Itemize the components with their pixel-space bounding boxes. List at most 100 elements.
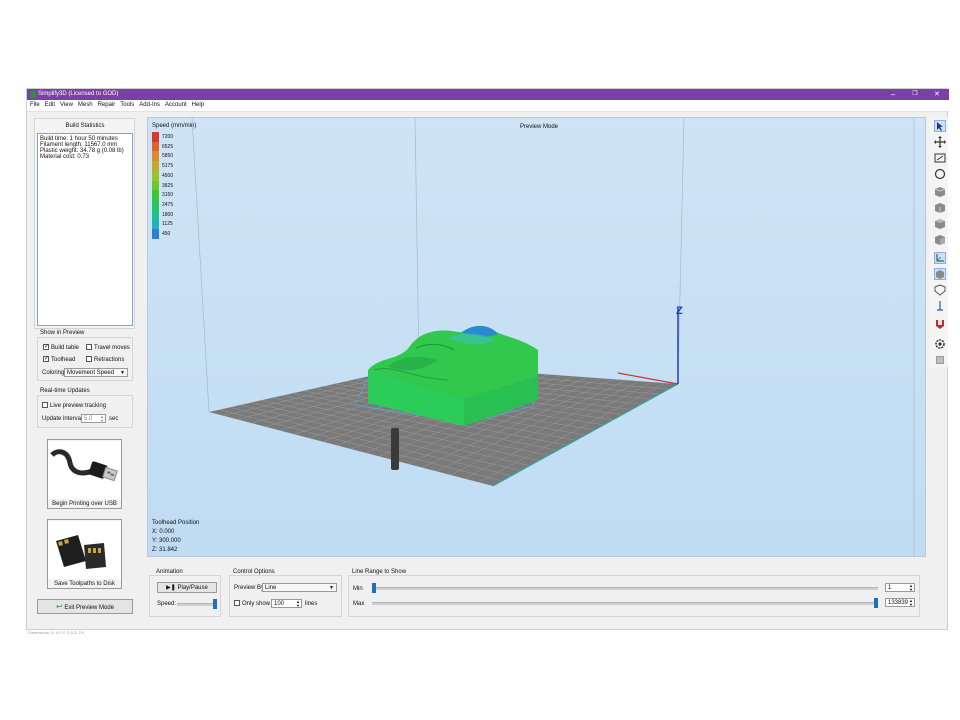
- menu-file[interactable]: File: [30, 100, 40, 111]
- build-table-checkbox[interactable]: ✓: [43, 344, 49, 350]
- coloring-value: Movement Speed: [67, 370, 115, 376]
- only-show-input[interactable]: 100 ▲ ▼: [271, 599, 302, 608]
- speed-slider-thumb[interactable]: [213, 599, 217, 609]
- only-show-checkbox[interactable]: [234, 600, 240, 606]
- realtime-updates-title: Real-time Updates: [40, 388, 90, 394]
- toolhead-position-title: Toolhead Position: [152, 520, 200, 526]
- spinner-arrows-icon: ▲ ▼: [100, 414, 104, 423]
- exit-preview-label: Exit Preview Mode: [64, 605, 115, 611]
- only-show-value: 100: [274, 601, 285, 607]
- usb-button-label: Begin Printing over USB: [52, 501, 117, 507]
- build-volume-icon[interactable]: [934, 268, 946, 280]
- restore-button[interactable]: ❐: [907, 90, 923, 99]
- sd-button-label: Save Toolpaths to Disk: [54, 581, 115, 587]
- travel-moves-label: Travel moves: [94, 345, 130, 351]
- speed-label: Speed:: [157, 601, 177, 607]
- update-interval-value: 5.0: [84, 416, 93, 422]
- build-statistics-title: Build Statistics: [65, 123, 105, 129]
- support-tool-icon[interactable]: [934, 300, 946, 312]
- animation-title: Animation: [156, 569, 183, 575]
- retractions-checkbox[interactable]: [86, 356, 92, 362]
- live-preview-label: Live preview tracking: [50, 403, 107, 409]
- sd-card-icon: [48, 521, 121, 579]
- coloring-label: Coloring: [42, 370, 65, 376]
- toolhead-x: X: 0.000: [152, 529, 175, 535]
- view-side-icon[interactable]: [934, 234, 946, 246]
- chevron-down-icon: ▼: [329, 585, 334, 591]
- window-title: Simplify3D (Licensed to GOD): [38, 91, 119, 97]
- show-in-preview-title: Show in Preview: [40, 330, 85, 336]
- view-front-icon[interactable]: [934, 202, 946, 214]
- stat-material-cost: Material cost: 0.73: [40, 154, 90, 160]
- play-pause-label: Play/Pause: [177, 585, 208, 591]
- min-slider-track[interactable]: [372, 587, 878, 590]
- menu-account[interactable]: Account: [165, 100, 187, 111]
- coloring-select[interactable]: Movement Speed ▼: [64, 368, 128, 377]
- exit-preview-button[interactable]: ↩ Exit Preview Mode: [37, 599, 133, 614]
- menu-add-ins[interactable]: Add-Ins: [139, 100, 160, 111]
- line-range-title: Line Range to Show: [352, 569, 407, 575]
- min-slider-thumb[interactable]: [372, 583, 376, 593]
- repair-tool-icon[interactable]: [934, 318, 946, 330]
- toolhead-z: Z: 31.842: [152, 547, 178, 553]
- z-axis-label: Z: [676, 305, 683, 317]
- move-tool-icon[interactable]: [934, 136, 946, 148]
- preview-viewport[interactable]: Speed (mm/min) 7200 6525 5850 5175 4500 3825 3…: [147, 117, 926, 557]
- build-table-label: Build table: [51, 345, 80, 351]
- min-value-input[interactable]: 1 ▲ ▼: [885, 583, 915, 592]
- spinner-arrows-icon: ▲ ▼: [909, 583, 913, 592]
- live-preview-checkbox[interactable]: [42, 402, 48, 408]
- max-label: Max: [353, 601, 365, 607]
- max-value: 133839: [888, 600, 909, 606]
- shield-icon[interactable]: [934, 284, 946, 296]
- preview-by-label: Preview By: [234, 585, 265, 591]
- max-value-input[interactable]: 133839 ▲ ▼: [885, 598, 915, 607]
- update-interval-input[interactable]: 5.0 ▲ ▼: [81, 414, 106, 423]
- realtime-updates-group: [37, 395, 133, 428]
- rotate-tool-icon[interactable]: [934, 168, 946, 180]
- select-tool-icon[interactable]: [934, 120, 946, 132]
- settings-gear-icon[interactable]: [934, 338, 946, 350]
- preview-by-value: Line: [265, 585, 277, 591]
- spinner-arrows-icon: ▲ ▼: [296, 599, 300, 608]
- update-interval-unit: sec: [109, 416, 119, 422]
- min-value: 1: [888, 585, 892, 591]
- status-bar: Dimensions: X: 0.0 Y: 0.0 Z: 2.0: [28, 630, 85, 635]
- menu-view[interactable]: View: [60, 100, 73, 111]
- axes-toggle-icon[interactable]: [934, 252, 946, 264]
- minimize-button[interactable]: –: [885, 90, 901, 99]
- print-tool-icon[interactable]: [934, 354, 946, 366]
- only-show-label: Only show: [242, 601, 271, 607]
- save-toolpaths-button[interactable]: Save Toolpaths to Disk: [47, 519, 122, 589]
- max-slider-track[interactable]: [372, 602, 878, 605]
- line-range-group: [348, 575, 920, 617]
- control-options-group: [229, 575, 342, 617]
- menu-tools[interactable]: Tools: [120, 100, 134, 111]
- toolhead-y: Y: 300.000: [152, 538, 181, 544]
- preview-by-select[interactable]: Line ▼: [262, 583, 337, 592]
- scale-tool-icon[interactable]: [934, 152, 946, 164]
- menu-mesh[interactable]: Mesh: [78, 100, 93, 111]
- build-statistics-text[interactable]: Build time: 1 hour 50 minutes Filament l…: [37, 133, 133, 326]
- menu-edit[interactable]: Edit: [45, 100, 55, 111]
- view-top-icon[interactable]: [934, 218, 946, 230]
- play-pause-button[interactable]: ▶❚ Play/Pause: [157, 582, 217, 593]
- menu-help[interactable]: Help: [192, 100, 204, 111]
- speed-slider-track[interactable]: [177, 603, 217, 606]
- begin-printing-usb-button[interactable]: Begin Printing over USB: [47, 439, 122, 509]
- max-slider-thumb[interactable]: [874, 598, 878, 608]
- travel-moves-checkbox[interactable]: [86, 344, 92, 350]
- play-pause-icon: ▶❚: [166, 585, 176, 591]
- close-button[interactable]: ✕: [929, 90, 945, 99]
- control-options-title: Control Options: [233, 569, 275, 575]
- back-arrow-icon: ↩: [55, 602, 63, 611]
- toolhead-checkbox[interactable]: ✓: [43, 356, 49, 362]
- menu-bar: File Edit View Mesh Repair Tools Add-Ins Accoun…: [27, 100, 949, 112]
- menu-repair[interactable]: Repair: [98, 100, 116, 111]
- min-label: Min: [353, 586, 363, 592]
- app-logo-icon: [30, 91, 36, 98]
- usb-cable-icon: [48, 441, 121, 499]
- only-show-unit: lines: [305, 601, 318, 607]
- view-iso-icon[interactable]: [934, 186, 946, 198]
- update-interval-label: Update interval: [42, 416, 83, 422]
